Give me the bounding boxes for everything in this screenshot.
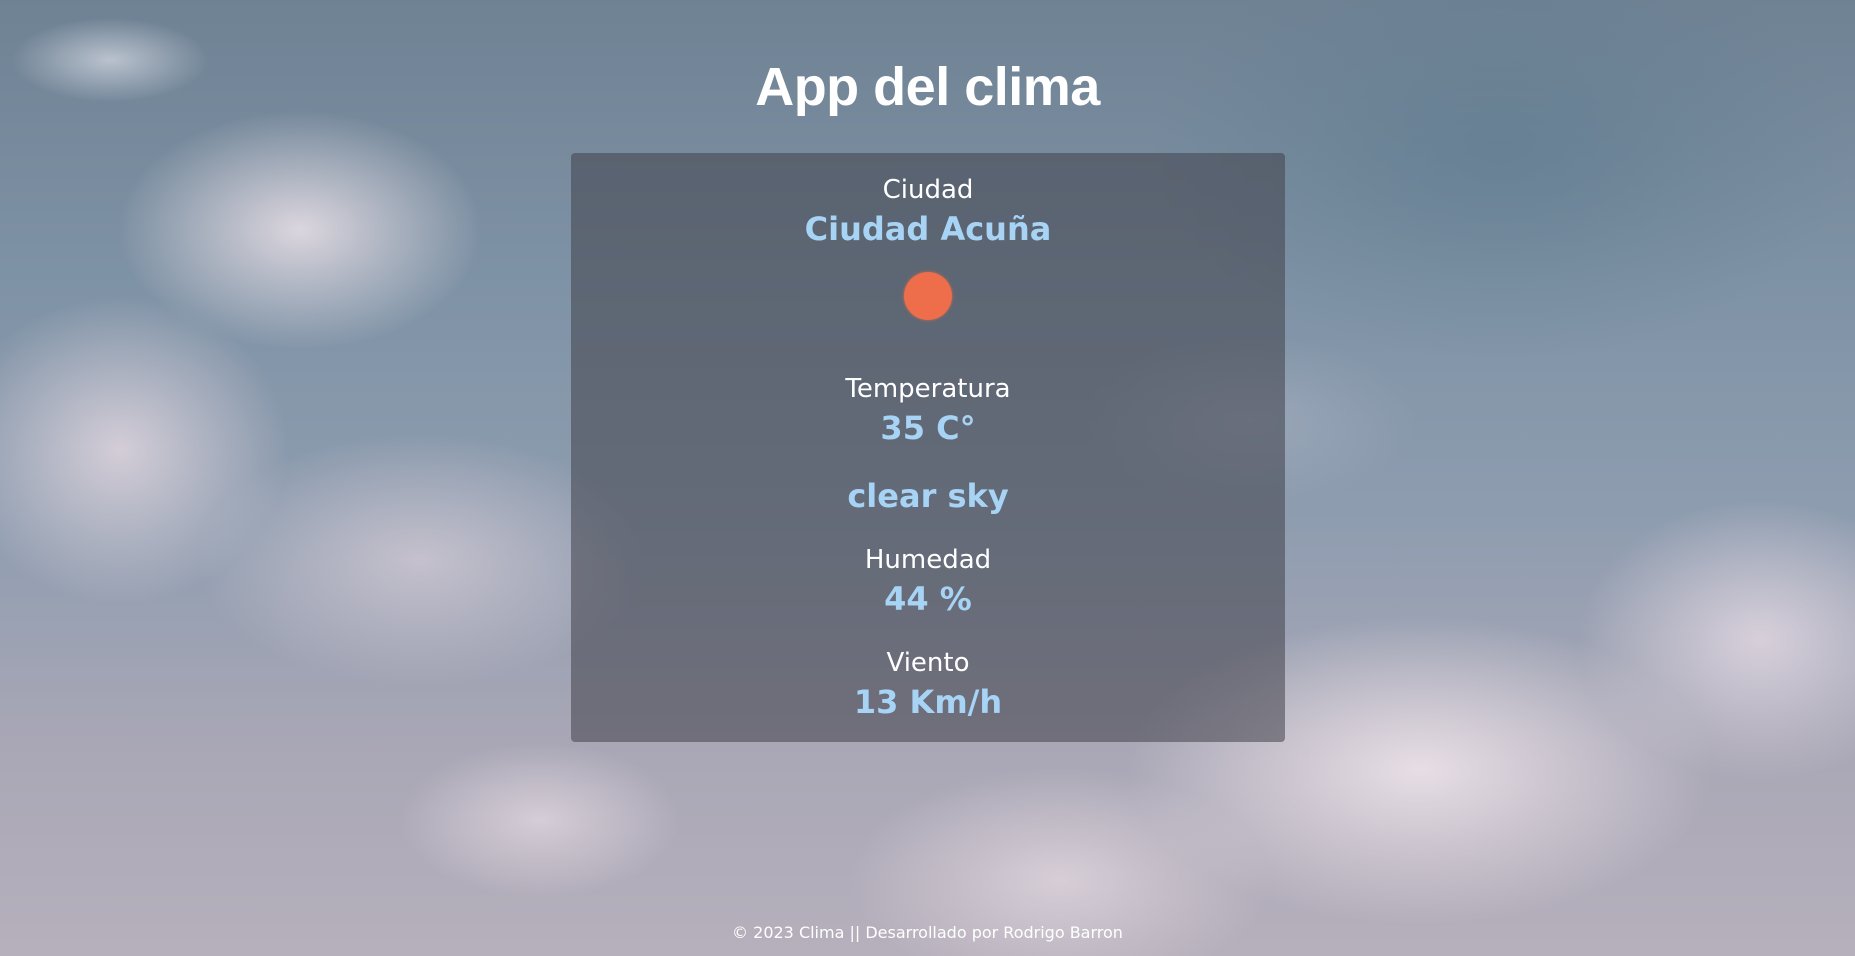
footer-credits: © 2023 Clima || Desarrollado por Rodrigo…: [732, 923, 1123, 942]
sun-icon: [904, 272, 952, 320]
weather-card: Ciudad Ciudad Acuña Temperatura 35 C° cl…: [571, 153, 1285, 742]
humidity-value: 44 %: [884, 580, 972, 618]
city-value: Ciudad Acuña: [804, 210, 1052, 248]
humidity-label: Humedad: [864, 545, 992, 575]
temperature-label: Temperatura: [845, 374, 1011, 404]
wind-value: 13 Km/h: [853, 683, 1003, 721]
weather-description: clear sky: [847, 477, 1009, 515]
city-label: Ciudad: [882, 175, 974, 205]
wind-label: Viento: [886, 648, 970, 678]
page-title: App del clima: [755, 57, 1100, 117]
temperature-value: 35 C°: [880, 409, 976, 447]
